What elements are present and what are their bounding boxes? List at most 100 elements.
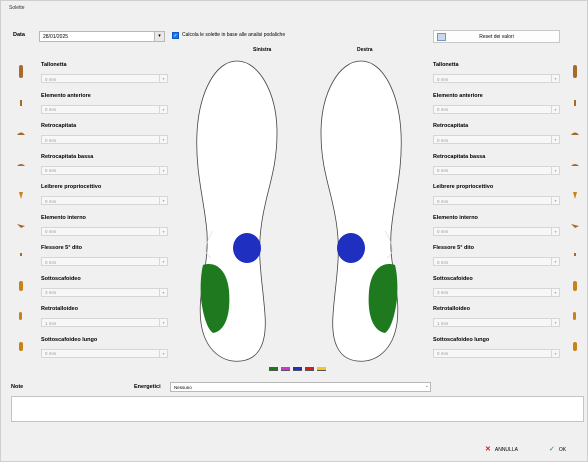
- foot-element-icon: [569, 126, 581, 140]
- field-sottoscafoideo-lungo-left: Sottoscafoideo lungo 0 mm ▾: [41, 336, 171, 367]
- field-select[interactable]: 0 mm ▾: [433, 74, 560, 83]
- field-value: 0 mm: [437, 229, 449, 234]
- field-retrocapitata-left: Retrocapitata 0 mm ▾: [41, 122, 171, 153]
- field-select[interactable]: 0 mm ▾: [41, 104, 168, 114]
- field-select[interactable]: 0 mm ▾: [433, 104, 560, 114]
- ok-label: OK: [558, 447, 567, 453]
- dropdown-arrow-icon: ▾: [159, 349, 167, 357]
- dropdown-arrow-icon: ▾: [159, 227, 167, 235]
- field-select[interactable]: 0 mm ▾: [433, 226, 560, 236]
- foot-element-icon: [15, 126, 27, 140]
- insoles-drawing: [196, 60, 402, 362]
- field-label: Retrotalloideo: [433, 306, 470, 312]
- foot-element-icon: [569, 187, 581, 201]
- dropdown-arrow-icon: ▾: [159, 75, 167, 82]
- field-sottoscafoideo-left: Sottoscafoideo 3 mm ▾: [41, 275, 171, 306]
- foot-element-icon: [569, 218, 581, 232]
- field-label: Leibrere propriocettivo: [41, 184, 102, 190]
- field-label: Elemento anteriore: [433, 92, 483, 99]
- energetici-label: Energetici: [134, 384, 161, 390]
- solette-window: Solette Data 28/01/2025 ▾ ✓ Calcola le s…: [0, 0, 588, 462]
- field-value: 0 mm: [437, 168, 449, 173]
- field-select[interactable]: 0 mm ▾: [433, 135, 560, 144]
- calendar-dropdown-button[interactable]: ▾: [154, 32, 164, 41]
- field-select[interactable]: 0 mm ▾: [433, 196, 560, 205]
- field-value: 0 mm: [437, 351, 449, 356]
- dropdown-arrow-icon: ▾: [551, 136, 559, 143]
- field-select[interactable]: 0 mm ▾: [41, 348, 168, 358]
- field-select[interactable]: 0 mm ▾: [41, 74, 168, 83]
- dropdown-arrow-icon: ▾: [551, 349, 559, 357]
- note-label: Note: [11, 384, 24, 390]
- field-retrocapitata-bassa-left: Retrocapitata bassa 0 mm ▾: [41, 153, 171, 184]
- field-select[interactable]: 0 mm ▾: [41, 165, 168, 175]
- dropdown-arrow-icon: ▾: [551, 166, 559, 174]
- field-label: Sottoscafoideo: [41, 275, 81, 282]
- field-select[interactable]: 0 mm ▾: [41, 226, 168, 236]
- foot-element-icon: [15, 279, 27, 293]
- foot-element-icon: [569, 279, 581, 293]
- dropdown-arrow-icon: ▾: [551, 75, 559, 82]
- legend-swatch[interactable]: [281, 367, 290, 371]
- field-select[interactable]: 3 mm ▾: [433, 287, 560, 297]
- field-label: Flessore 5° dito: [433, 245, 475, 251]
- field-select[interactable]: 0 mm ▾: [41, 135, 168, 144]
- legend-swatch[interactable]: [269, 367, 278, 371]
- field-flessore-right: Flessore 5° dito 0 mm ▾: [433, 244, 563, 275]
- field-value: 0 mm: [45, 351, 57, 356]
- foot-element-icon: [569, 65, 581, 79]
- left-fields: Tallonetta 0 mm ▾ Elemento anteriore 0 mm ▾ …: [41, 61, 171, 366]
- dropdown-arrow-icon: ▾: [551, 258, 559, 265]
- reset-label: Reset dei valori: [479, 34, 514, 40]
- legend-swatch[interactable]: [305, 367, 314, 371]
- foot-element-icon: [569, 340, 581, 354]
- cancel-button[interactable]: ✕ ANNULLA: [485, 445, 518, 457]
- reset-values-button[interactable]: Reset dei valori: [433, 30, 560, 43]
- field-tallonetta-right: Tallonetta 0 mm ▾: [433, 61, 563, 92]
- date-field[interactable]: 28/01/2025 ▾: [39, 31, 165, 42]
- field-select[interactable]: 0 mm ▾: [41, 196, 168, 205]
- window-title: Solette: [9, 5, 25, 11]
- chevron-down-icon: ⌄: [424, 383, 429, 389]
- dropdown-arrow-icon: ▾: [551, 197, 559, 204]
- field-select[interactable]: 1 mm ▾: [41, 318, 168, 327]
- field-value: 0 mm: [45, 137, 57, 143]
- field-value: 3 mm: [45, 290, 57, 295]
- field-select[interactable]: 1 mm ▾: [433, 318, 560, 327]
- field-select[interactable]: 3 mm ▾: [41, 287, 168, 297]
- foot-element-icon: [15, 65, 27, 79]
- field-retrotalloideo-right: Retrotalloideo 1 mm ▾: [433, 305, 563, 336]
- dropdown-arrow-icon: ▾: [551, 105, 559, 113]
- field-label: Retrocapitata: [41, 123, 77, 129]
- legend-swatch[interactable]: [317, 367, 326, 371]
- field-select[interactable]: 0 mm ▾: [433, 257, 560, 266]
- dropdown-arrow-icon: ▾: [159, 288, 167, 296]
- foot-element-icon: [15, 248, 27, 262]
- field-value: 1 mm: [437, 320, 449, 326]
- legend-swatch[interactable]: [293, 367, 302, 371]
- close-icon: ✕: [485, 446, 491, 453]
- date-value: 28/01/2025: [43, 34, 69, 40]
- field-value: 1 mm: [45, 320, 57, 326]
- energetici-select[interactable]: Nessuno ⌄: [170, 382, 431, 392]
- foot-element-icon: [15, 218, 27, 232]
- field-label: Elemento interno: [41, 214, 86, 221]
- field-retrocapitata-bassa-right: Retrocapitata bassa 0 mm ▾: [433, 153, 563, 184]
- dropdown-arrow-icon: ▾: [551, 319, 559, 326]
- note-textarea[interactable]: [11, 396, 584, 422]
- field-select[interactable]: 0 mm ▾: [433, 165, 560, 175]
- ok-button[interactable]: ✓ OK: [549, 445, 567, 457]
- field-label: Sottoscafoideo lungo: [41, 336, 98, 343]
- field-label: Elemento anteriore: [41, 92, 91, 99]
- field-elemento-interno-right: Elemento interno 0 mm ▾: [433, 214, 563, 245]
- field-select[interactable]: 0 mm ▾: [433, 348, 560, 358]
- field-leibrere-right: Leibrere propriocettivo 0 mm ▾: [433, 183, 563, 214]
- field-value: 0 mm: [437, 259, 449, 265]
- calc-checkbox[interactable]: ✓: [172, 32, 179, 39]
- field-retrotalloideo-left: Retrotalloideo 1 mm ▾: [41, 305, 171, 336]
- field-value: 0 mm: [437, 107, 449, 112]
- field-value: 0 mm: [45, 107, 57, 112]
- field-select[interactable]: 0 mm ▾: [41, 257, 168, 266]
- dropdown-arrow-icon: ▾: [159, 105, 167, 113]
- date-label: Data: [13, 32, 25, 38]
